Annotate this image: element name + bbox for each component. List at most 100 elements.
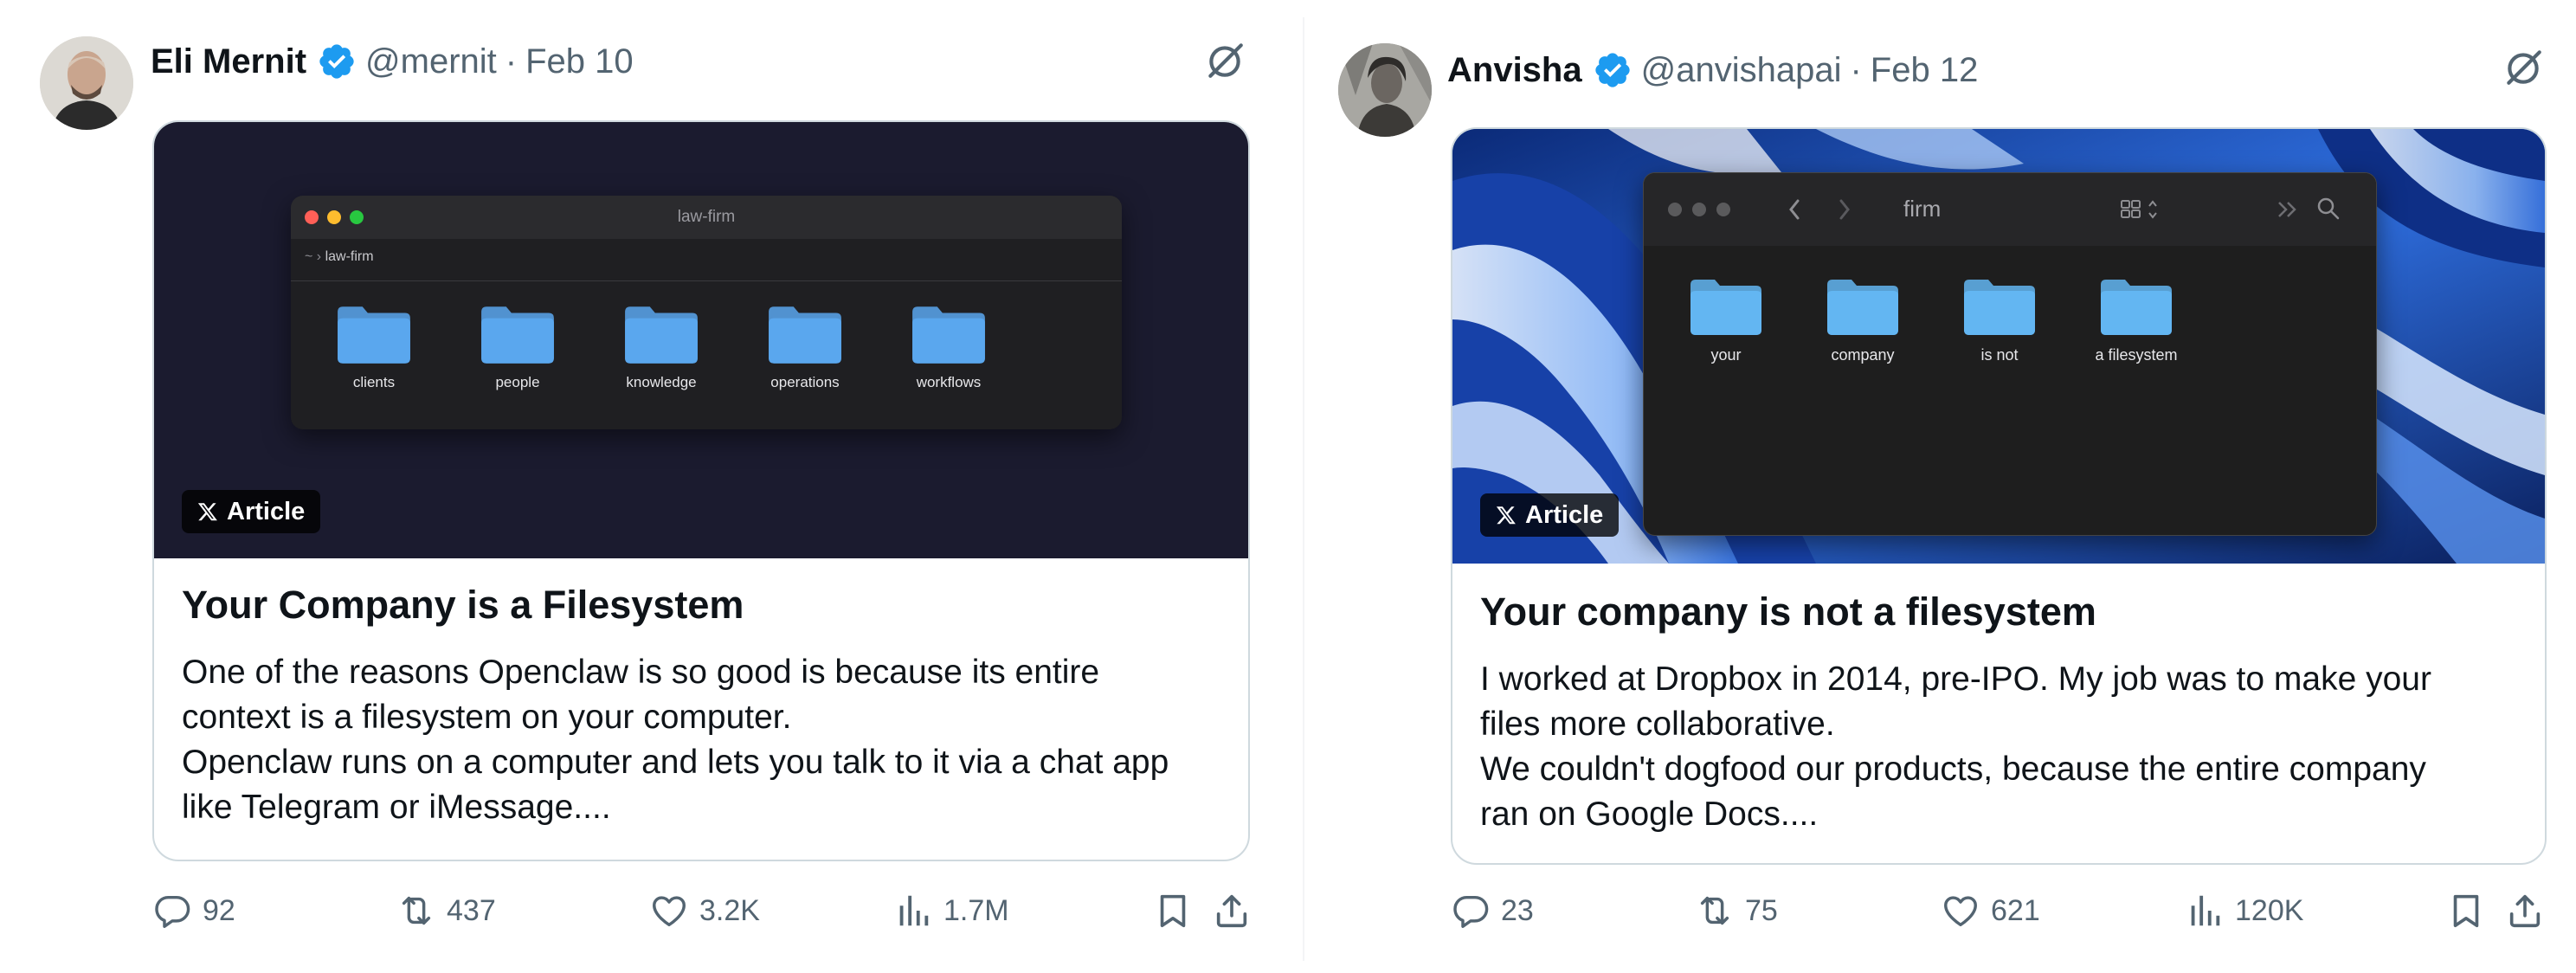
folder-label: people [495, 374, 540, 390]
folder-label: a filesystem [2095, 346, 2178, 364]
folder-item: a filesystem [2080, 275, 2193, 364]
author-handle[interactable]: @anvishapai [1641, 51, 1842, 90]
article-card[interactable]: firm your company is not a filesystem Ar… [1451, 127, 2547, 865]
article-cover-image: firm your company is not a filesystem Ar… [1452, 129, 2545, 564]
excerpt-line: like Telegram or iMessage.... [182, 789, 611, 826]
article-title[interactable]: Your company is not a filesystem [1480, 590, 2096, 635]
bookmark-icon [2453, 894, 2479, 928]
folder-label: knowledge [626, 374, 697, 390]
article-card[interactable]: law-firm ~ › law-firm clients people knowl… [152, 120, 1250, 861]
action-bar: 23 75 621 120K [1451, 883, 2550, 938]
path-arrow: › [316, 249, 322, 264]
back-icon [1789, 199, 1800, 220]
article-badge-label: Article [1525, 500, 1604, 529]
action-bar: 92 437 3.2K 1.7M [152, 883, 1252, 938]
folder-item: knowledge [604, 303, 718, 391]
author-handle[interactable]: @mernit [365, 42, 497, 81]
more-chevrons-icon [2278, 202, 2296, 217]
like-button[interactable]: 3.2K [649, 883, 760, 938]
folder-icon [2101, 280, 2172, 335]
author-name[interactable]: Eli Mernit [151, 42, 306, 81]
tweet-date[interactable]: Feb 12 [1871, 51, 1979, 90]
like-button[interactable]: 621 [1941, 883, 2040, 938]
folder-icon [625, 306, 698, 364]
article-badge: Article [1480, 493, 1620, 537]
avatar[interactable] [1338, 43, 1432, 137]
close-dot [1668, 203, 1682, 216]
article-title[interactable]: Your Company is a Filesystem [182, 583, 744, 628]
folder-item: operations [748, 303, 862, 391]
repost-button[interactable]: 437 [396, 883, 496, 938]
finder-window-mock: law-firm ~ › law-firm clients people knowl… [291, 196, 1122, 429]
reply-button[interactable]: 23 [1451, 883, 1534, 938]
folder-icon [481, 306, 554, 364]
excerpt-line: files more collaborative. [1480, 706, 1835, 743]
reply-icon [1453, 895, 1489, 928]
search-icon [2317, 197, 2340, 220]
bookmark-button[interactable] [2446, 883, 2486, 938]
separator: · [1850, 50, 1862, 89]
folder-label: company [1831, 346, 1895, 364]
path-divider [291, 280, 1122, 281]
view-count: 1.7M [943, 893, 1009, 927]
timeline-divider [1303, 17, 1304, 961]
forward-icon [1839, 199, 1850, 220]
path-root: ~ [305, 249, 313, 264]
verified-badge-icon [319, 44, 354, 79]
folder-icon [1690, 280, 1761, 335]
tweet-date[interactable]: Feb 10 [525, 42, 634, 81]
share-button[interactable] [1212, 883, 1252, 938]
views-button[interactable]: 120K [2185, 883, 2303, 938]
zoom-dot [1716, 203, 1730, 216]
excerpt-line: Openclaw runs on a computer and lets you… [182, 744, 1169, 781]
excerpt-line: I worked at Dropbox in 2014, pre-IPO. My… [1480, 660, 2431, 698]
folder-item: your [1670, 275, 1782, 364]
views-button[interactable]: 1.7M [893, 883, 1009, 938]
article-cover-image: law-firm ~ › law-firm clients people knowl… [154, 122, 1248, 558]
folder-icon [912, 306, 985, 364]
folder-icon [338, 306, 410, 364]
folder-item: is not [1943, 275, 2056, 364]
separator: · [505, 42, 518, 81]
window-titlebar: law-firm [291, 196, 1122, 239]
folder-item: workflows [892, 303, 1006, 391]
avatar[interactable] [40, 36, 133, 130]
share-button[interactable] [2505, 883, 2545, 938]
folder-item: people [460, 303, 575, 391]
window-title: law-firm [677, 208, 736, 226]
like-count: 3.2K [699, 893, 760, 927]
article-excerpt: I worked at Dropbox in 2014, pre-IPO. My… [1480, 657, 2519, 837]
author-name[interactable]: Anvisha [1447, 51, 1582, 90]
avatar-image [1338, 43, 1432, 137]
folder-label: operations [770, 374, 840, 390]
folder-item: company [1806, 275, 1919, 364]
grok-icon[interactable] [2502, 45, 2545, 88]
views-icon [899, 895, 929, 926]
folder-icon [769, 306, 841, 364]
window-title: firm [1903, 196, 1942, 222]
x-logo-icon [197, 503, 217, 521]
bookmark-button[interactable] [1153, 883, 1193, 938]
reply-count: 92 [203, 893, 235, 927]
share-icon [1216, 894, 1247, 928]
reply-button[interactable]: 92 [152, 883, 235, 938]
path-bar: ~ › law-firm [305, 249, 374, 265]
grok-icon[interactable] [1203, 38, 1246, 81]
views-icon [2191, 895, 2220, 926]
folder-icon [1827, 280, 1898, 335]
tweet[interactable]: Eli Mernit @mernit · Feb 10 law-firm ~ ›… [0, 0, 1298, 973]
folder-item: clients [317, 303, 431, 391]
excerpt-line: We couldn't dogfood our products, becaus… [1480, 751, 2426, 788]
repost-count: 437 [447, 893, 496, 927]
folder-label: workflows [916, 374, 982, 390]
folder-label: is not [1980, 346, 2019, 364]
folder-label: clients [352, 374, 396, 390]
finder-window-mock: firm your company is not a filesystem [1643, 172, 2377, 536]
folder-label: your [1710, 346, 1742, 364]
view-grid-icon [2121, 200, 2157, 219]
repost-button[interactable]: 75 [1695, 883, 1778, 938]
repost-icon [1700, 896, 1729, 925]
excerpt-line: context is a filesystem on your computer… [182, 699, 792, 736]
tweet[interactable]: Anvisha @anvishapai · Feb 12 firm your c… [1305, 0, 2576, 973]
excerpt-line: One of the reasons Openclaw is so good i… [182, 654, 1100, 691]
